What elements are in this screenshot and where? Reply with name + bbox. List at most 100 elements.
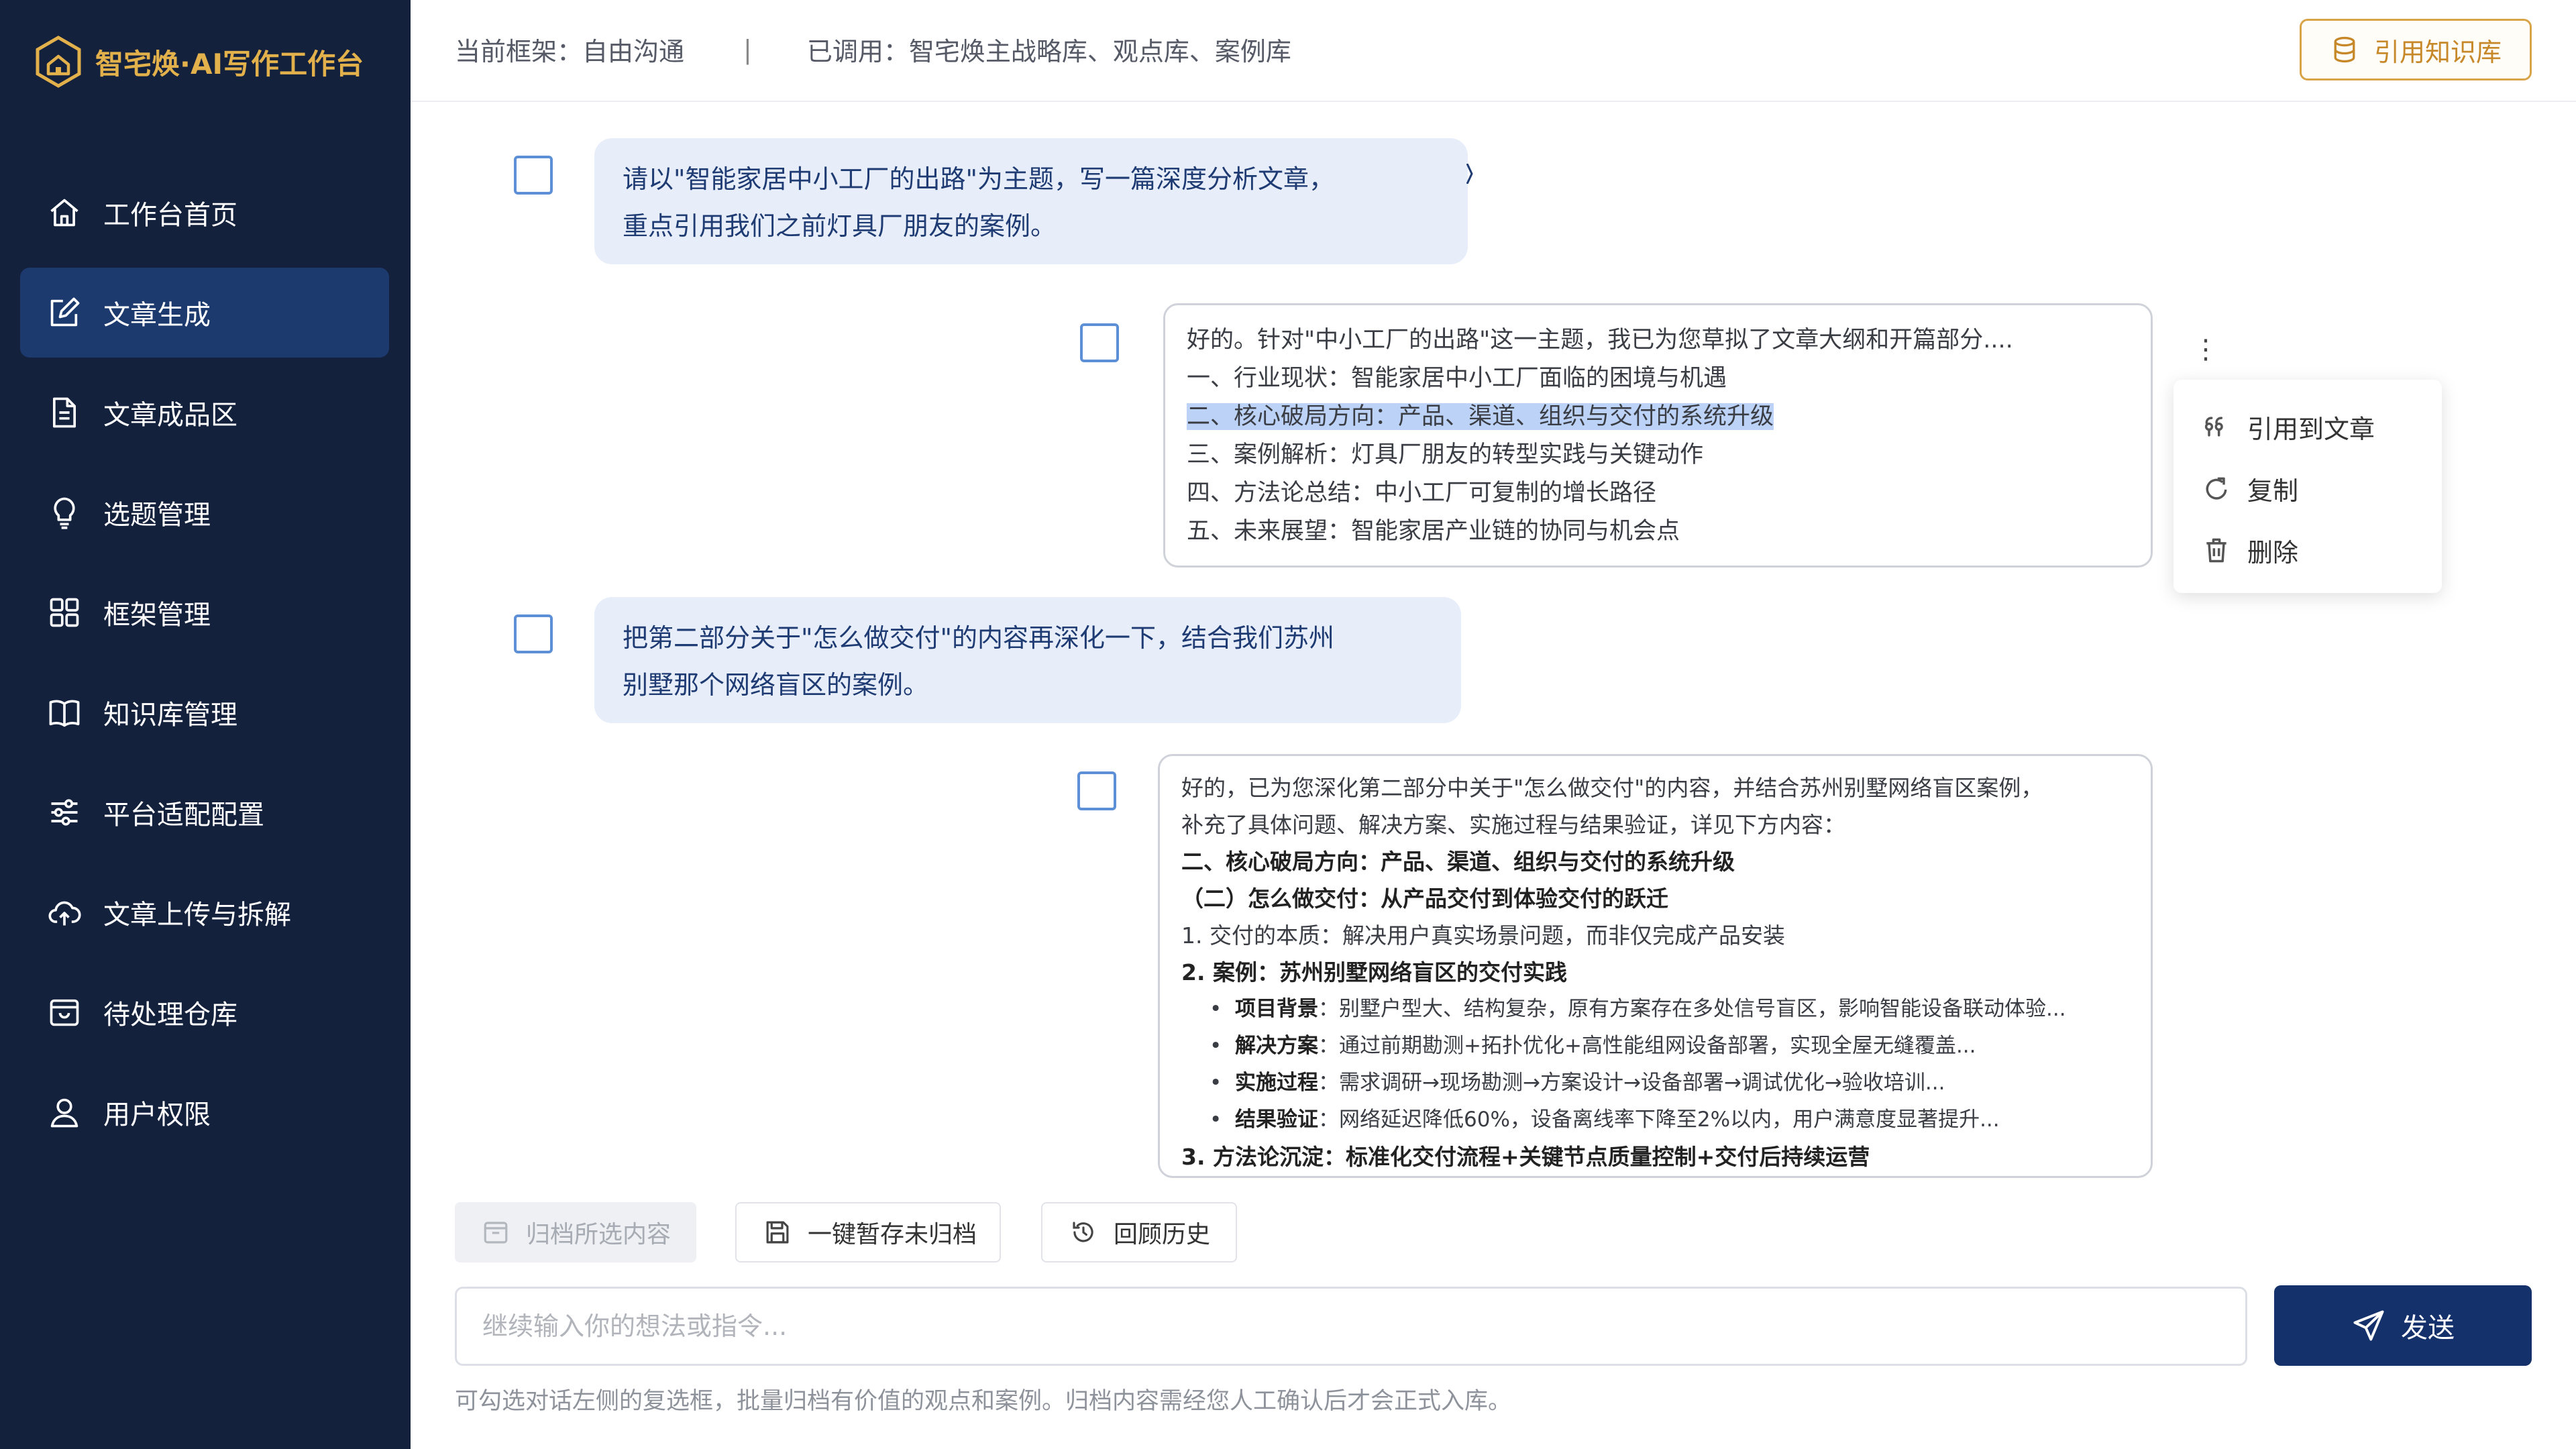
sidebar-item-platform-config[interactable]: 平台适配配置 [20,767,389,857]
sidebar-item-knowledge-base[interactable]: 知识库管理 [20,667,389,757]
sidebar-item-topics[interactable]: 选题管理 [20,468,389,557]
archive-hint-text: 可勾选对话左侧的复选框，批量归档有价值的观点和案例。归档内容需经您人工确认后才会… [455,1388,1512,1415]
bullet-label: 实施过程 [1235,1071,1318,1095]
sidebar-item-label: 用户权限 [103,1099,211,1130]
menu-item-label: 复制 [2247,476,2299,506]
context-info: 当前框架： 自由沟通 | 已调用： 智宅焕主战略库、观点库、案例库 [455,31,1291,68]
numbered-item: 3. 方法论沉淀：标准化交付流程+关键节点质量控制+交付后持续运营 [1181,1144,1870,1170]
message-text: 把第二部分关于"怎么做交付"的内容再深化一下，结合我们苏州 [623,623,1334,653]
review-history-button[interactable]: 回顾历史 [1041,1202,1237,1263]
selected-outline-item[interactable]: 二、核心破局方向：产品、渠道、组织与交付的系统升级 [1187,403,1774,430]
bullet-item: • 实施过程：需求调研→现场勘测→方案设计→设备部署→调试优化→验收培训... [1210,1071,1945,1095]
sidebar-item-label: 文章生成 [103,300,211,331]
cloud-upload-icon [47,895,82,930]
grid-icon [47,595,82,630]
ai-message[interactable]: 好的，已为您深化第二部分中关于"怎么做交付"的内容，并结合苏州别墅网络盲区案例，… [1158,754,2153,1178]
trash-icon [2202,535,2231,565]
outline-item: 四、方法论总结：中小工厂可复制的增长路径 [1187,480,1657,506]
bullet-item: • 解决方案：通过前期勘测+拓扑优化+高性能组网设备部署，实现全屋无缝覆盖... [1210,1034,1976,1058]
message-text: 好的，已为您深化第二部分中关于"怎么做交付"的内容，并结合苏州别墅网络盲区案例， [1181,775,2043,801]
edit-icon [47,295,82,330]
history-icon [1069,1218,1097,1246]
outline-item: 一、行业现状：智能家居中小工厂面临的困境与机遇 [1187,365,1727,392]
document-icon [47,395,82,430]
frame-value: 自由沟通 [582,37,685,66]
archive-selected-label: 归档所选内容 [526,1221,672,1248]
database-icon [2330,35,2359,64]
cite-knowledge-base-button[interactable]: 引用知识库 [2300,19,2532,80]
send-button[interactable]: 发送 [2274,1285,2532,1366]
copy-icon [2202,474,2231,503]
sidebar-item-label: 工作台首页 [103,200,237,231]
outline-item: 三、案例解析：灯具厂朋友的转型实践与关键动作 [1187,441,1704,468]
lightbulb-icon [47,495,82,530]
sidebar: 智宅焕·AI写作工作台 工作台首页 文章生成 文章成品区 选题管理 框架管理 知… [0,0,411,1449]
numbered-item: 1. 交付的本质：解决用户真实场景问题，而非仅完成产品安装 [1181,922,1785,949]
more-options-icon[interactable]: ⋮ [2192,334,2219,365]
separator: | [743,34,752,64]
message-text: 好的。针对"中小工厂的出路"这一主题，我已为您草拟了文章大纲和开篇部分.... [1187,327,2013,354]
inbox-icon [47,995,82,1030]
menu-item-delete[interactable]: 删除 [2174,519,2442,581]
subsection-heading: （二）怎么做交付：从产品交付到体验交付的跃迁 [1181,885,1668,912]
message-select-checkbox[interactable] [514,614,553,653]
message-input[interactable] [457,1289,2245,1364]
sidebar-item-label: 框架管理 [103,600,211,631]
bullet-item: • 项目背景：别墅户型大、结构复杂，原有方案存在多处信号盲区，影响智能设备联动体验… [1210,997,2066,1021]
save-unarchived-label: 一键暂存未归档 [808,1221,977,1248]
ai-message[interactable]: 好的。针对"中小工厂的出路"这一主题，我已为您草拟了文章大纲和开篇部分.... … [1163,303,2153,568]
menu-item-copy[interactable]: 复制 [2174,458,2442,519]
numbered-item: 2. 案例：苏州别墅网络盲区的交付实践 [1181,959,1567,985]
message-select-checkbox[interactable] [1080,323,1119,362]
message-select-checkbox[interactable] [1077,771,1116,810]
save-icon [763,1218,792,1246]
sliders-icon [47,795,82,830]
paper-plane-icon [2351,1308,2386,1343]
house-logo-icon [34,35,83,89]
save-unarchived-button[interactable]: 一键暂存未归档 [735,1202,1001,1263]
message-select-checkbox[interactable] [514,156,553,195]
bullet-text: ：别墅户型大、结构复杂，原有方案存在多处信号盲区，影响智能设备联动体验... [1318,997,2066,1021]
sidebar-item-label: 选题管理 [103,500,211,531]
sidebar-item-upload[interactable]: 文章上传与拆解 [20,867,389,957]
bullet-label: 项目背景 [1235,997,1318,1021]
used-value: 智宅焕主战略库、观点库、案例库 [908,37,1291,66]
sidebar-item-label: 知识库管理 [103,700,237,731]
topbar: 当前框架： 自由沟通 | 已调用： 智宅焕主战略库、观点库、案例库 引用知识库 [411,0,2576,102]
sidebar-item-user-permissions[interactable]: 用户权限 [20,1067,389,1157]
archive-selected-button[interactable]: 归档所选内容 [455,1202,696,1263]
bullet-text: ：需求调研→现场勘测→方案设计→设备部署→调试优化→验收培训... [1318,1071,1945,1095]
sidebar-item-frameworks[interactable]: 框架管理 [20,568,389,657]
home-icon [47,195,82,230]
message-text: 补充了具体问题、解决方案、实施过程与结果验证，详见下方内容： [1181,812,1845,838]
sidebar-item-label: 待处理仓库 [103,1000,237,1030]
bullet-label: 结果验证 [1235,1108,1318,1132]
sidebar-item-home[interactable]: 工作台首页 [20,168,389,258]
sidebar-item-finished-articles[interactable]: 文章成品区 [20,368,389,458]
bullet-item: • 结果验证：网络延迟降低60%，设备离线率下降至2%以内，用户满意度显著提升..… [1210,1108,2000,1132]
bullet-text: ：网络延迟降低60%，设备离线率下降至2%以内，用户满意度显著提升... [1318,1108,2000,1132]
archive-box-icon [482,1218,510,1246]
sidebar-item-label: 平台适配配置 [103,800,264,830]
menu-item-label: 引用到文章 [2247,414,2375,444]
message-text: 别墅那个网络盲区的案例。 [623,670,929,700]
book-icon [47,695,82,730]
outline-item: 五、未来展望：智能家居产业链的协同与机会点 [1187,518,1680,545]
cite-knowledge-base-label: 引用知识库 [2373,37,2502,67]
frame-label: 当前框架： [455,37,583,66]
sidebar-nav: 工作台首页 文章生成 文章成品区 选题管理 框架管理 知识库管理 平台适配配置 … [20,168,389,1167]
sidebar-item-label: 文章上传与拆解 [103,900,291,930]
used-label: 已调用： [806,37,909,66]
brand[interactable]: 智宅焕·AI写作工作台 [34,35,364,89]
sidebar-item-article-generate[interactable]: 文章生成 [20,268,389,358]
user-icon [47,1095,82,1130]
sidebar-item-pending-warehouse[interactable]: 待处理仓库 [20,967,389,1057]
context-menu: 引用到文章 复制 删除 [2174,380,2442,593]
sidebar-item-label: 文章成品区 [103,400,237,431]
menu-item-quote-to-article[interactable]: 引用到文章 [2174,396,2442,458]
text-cursor-caret [1466,164,1473,184]
section-heading: 二、核心破局方向：产品、渠道、组织与交付的系统升级 [1181,849,1735,875]
user-message[interactable]: 把第二部分关于"怎么做交付"的内容再深化一下，结合我们苏州 别墅那个网络盲区的案… [594,597,1461,723]
user-message[interactable]: 请以"智能家居中小工厂的出路"为主题，写一篇深度分析文章， 重点引用我们之前灯具… [594,138,1468,264]
menu-item-label: 删除 [2247,537,2299,568]
